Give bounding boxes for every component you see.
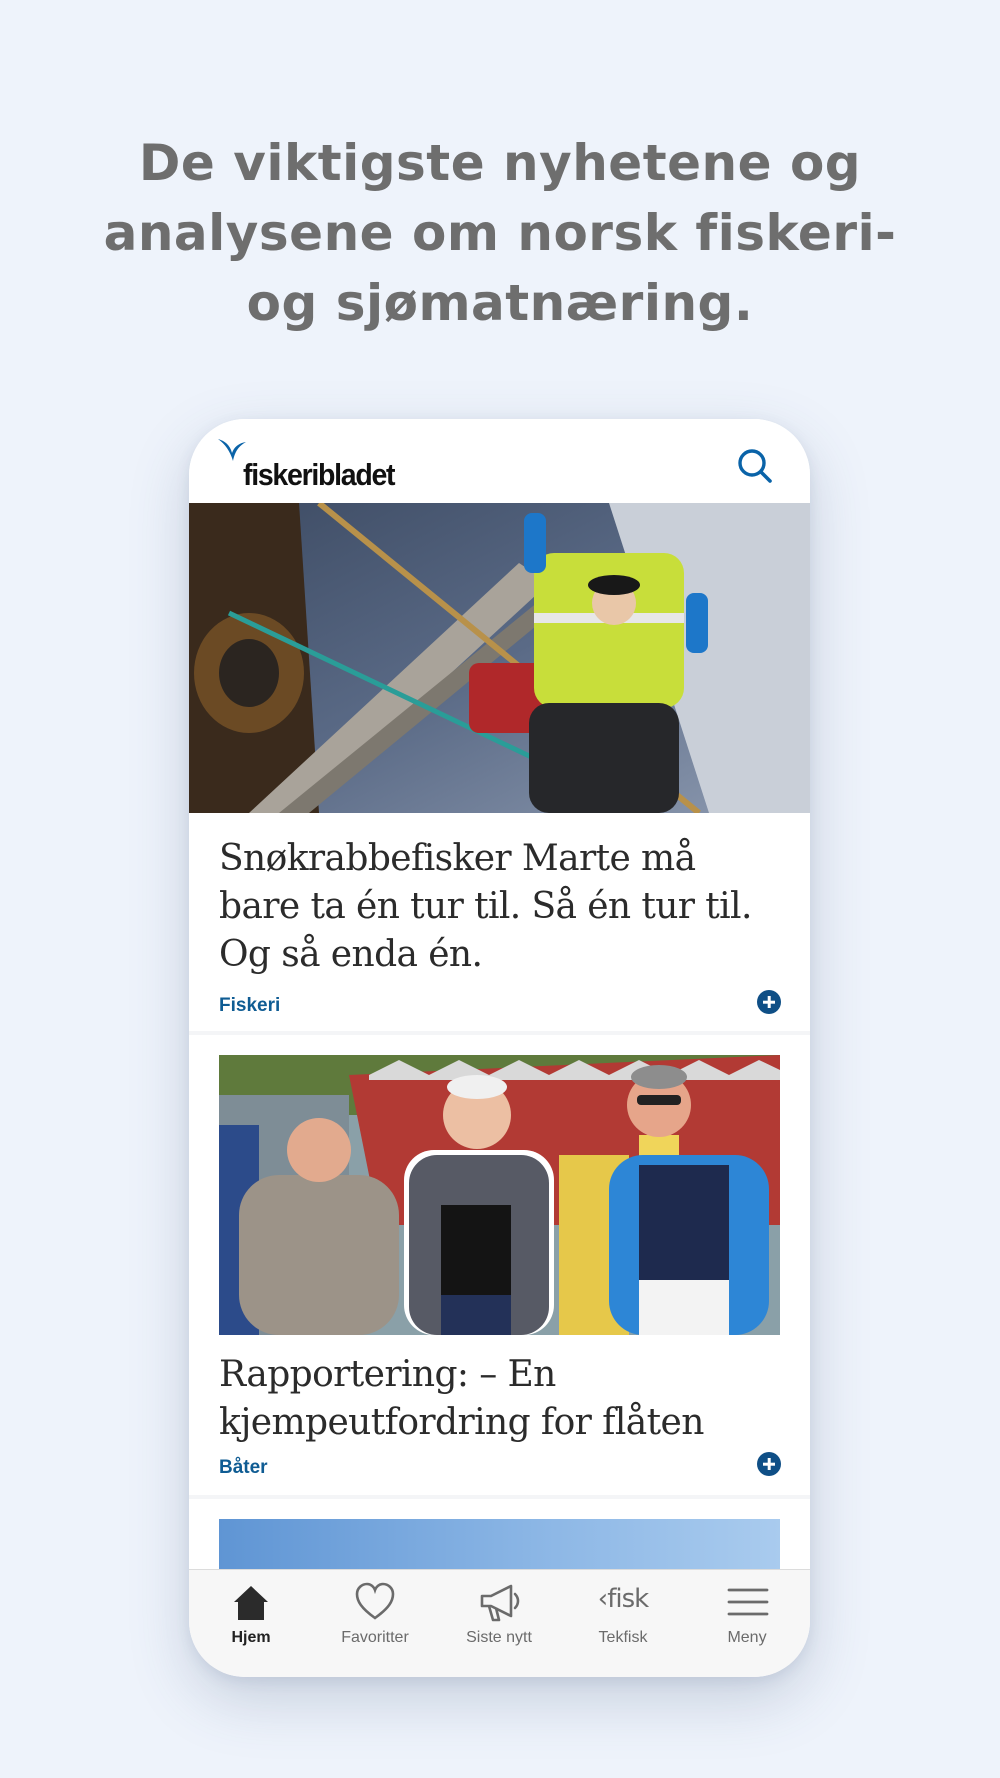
tab-meny[interactable]: Meny — [685, 1570, 809, 1677]
promo-headline-line: analysene om norsk fiskeri- — [103, 204, 897, 262]
megaphone-icon — [480, 1584, 520, 1622]
article-title[interactable]: Rapportering: – En kjempeutfordring for … — [219, 1351, 789, 1447]
article-title-line: Og så enda én. — [219, 934, 483, 975]
app-header: fiskeribladet — [189, 419, 810, 503]
tab-label: Siste nytt — [466, 1629, 532, 1646]
article-title-line: Snøkrabbefisker Marte må — [219, 838, 696, 879]
search-icon[interactable] — [736, 447, 774, 485]
article-card[interactable]: Rapportering: – En kjempeutfordring for … — [189, 1035, 810, 1495]
article-title-line: bare ta én tur til. Så én tur til. — [219, 886, 752, 927]
article-title-line: kjempeutfordring for flåten — [219, 1402, 704, 1443]
article-image[interactable] — [189, 503, 810, 813]
article-title[interactable]: Snøkrabbefisker Marte må bare ta én tur … — [219, 835, 789, 979]
tab-label: Tekfisk — [598, 1629, 648, 1646]
promo-headline-line: De viktigste nyhetene og — [138, 134, 862, 192]
tab-label: Hjem — [231, 1629, 271, 1646]
promo-headline: De viktigste nyhetene og analysene om no… — [60, 128, 940, 338]
home-icon — [234, 1586, 268, 1620]
brand-logo[interactable]: fiskeribladet — [217, 435, 417, 497]
article-image[interactable] — [219, 1055, 780, 1335]
article-category[interactable]: Båter — [219, 1457, 268, 1479]
tab-label: Meny — [727, 1629, 767, 1646]
add-favorite-icon[interactable] — [757, 1452, 781, 1476]
article-title-line: Rapportering: – En — [219, 1354, 556, 1395]
brand-name: fiskeribladet — [243, 457, 396, 492]
add-favorite-icon[interactable] — [757, 990, 781, 1014]
heart-icon — [355, 1582, 395, 1620]
tab-label: Favoritter — [341, 1629, 409, 1646]
bottom-tab-bar: Hjem Favoritter Siste nytt ‹fisk Tekfisk — [189, 1569, 810, 1677]
tab-hjem[interactable]: Hjem — [189, 1570, 313, 1677]
tab-siste-nytt[interactable]: Siste nytt — [437, 1570, 561, 1677]
fisk-logo: ‹fisk — [597, 1584, 649, 1614]
article-image[interactable] — [219, 1519, 780, 1569]
tab-favoritter[interactable]: Favoritter — [313, 1570, 437, 1677]
phone-frame: fiskeribladet Snøkrabbefisker Marte må b… — [189, 419, 810, 1677]
article-feed[interactable]: Snøkrabbefisker Marte må bare ta én tur … — [189, 503, 810, 1569]
promo-headline-line: og sjømatnæring. — [246, 274, 754, 332]
tab-tekfisk[interactable]: ‹fisk Tekfisk — [561, 1570, 685, 1677]
article-card[interactable] — [189, 1499, 810, 1569]
article-category[interactable]: Fiskeri — [219, 995, 280, 1017]
article-card[interactable]: Snøkrabbefisker Marte må bare ta én tur … — [189, 503, 810, 1031]
menu-icon — [727, 1588, 769, 1616]
